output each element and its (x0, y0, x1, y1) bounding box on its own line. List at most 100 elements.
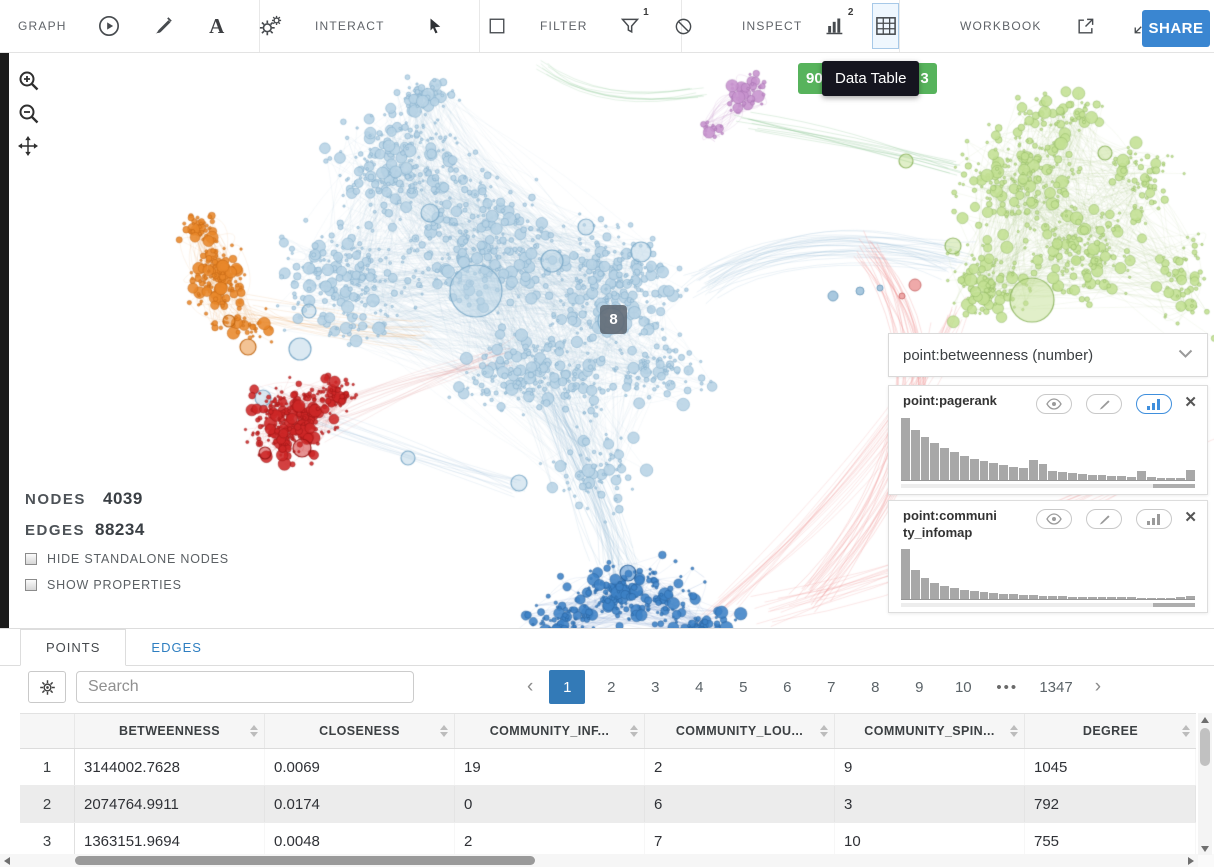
histogram-bar[interactable] (989, 463, 998, 480)
table-row[interactable]: 13144002.76280.006919291045 (20, 749, 1196, 786)
scroll-left-arrow-icon[interactable] (0, 854, 14, 867)
histogram-bar[interactable] (1058, 472, 1067, 480)
histogram-bar[interactable] (1019, 595, 1028, 599)
table-column-header[interactable]: COMMUNITY_LOU... (645, 714, 835, 748)
node-label-badge[interactable]: 8 (600, 305, 627, 334)
histogram-bar[interactable] (1068, 473, 1077, 480)
histogram-bar[interactable] (1048, 596, 1057, 599)
histogram-bar[interactable] (950, 452, 959, 480)
histogram-bar[interactable] (1029, 595, 1038, 599)
histogram-toggle-icon[interactable] (1136, 394, 1172, 414)
histogram-bar[interactable] (901, 549, 910, 599)
sort-toggle-icon[interactable] (1182, 725, 1190, 737)
zoom-out-button[interactable] (18, 103, 40, 125)
histogram-bar[interactable] (999, 594, 1008, 599)
histogram-bar[interactable] (1019, 468, 1028, 480)
histogram-bar[interactable] (1186, 470, 1195, 480)
histogram-bar[interactable] (950, 588, 959, 599)
pagination-page[interactable]: 6 (769, 670, 805, 704)
histogram-bar[interactable] (1107, 476, 1116, 480)
histogram-bar[interactable] (1117, 597, 1126, 599)
histogram-bar[interactable] (970, 459, 979, 480)
histogram-bar[interactable] (921, 578, 930, 599)
histogram-bar[interactable] (1029, 460, 1038, 480)
table-column-header[interactable]: BETWEENNESS (75, 714, 265, 748)
histogram-bar[interactable] (1088, 597, 1097, 599)
histogram-bar[interactable] (940, 448, 949, 480)
histogram-bar[interactable] (1078, 597, 1087, 599)
play-layout-icon[interactable] (97, 14, 121, 38)
histogram-bar[interactable] (980, 461, 989, 480)
hide-standalone-checkbox[interactable] (25, 553, 37, 565)
histogram-bar[interactable] (980, 592, 989, 599)
histogram-bar[interactable] (1157, 478, 1166, 480)
histogram-bar[interactable] (940, 586, 949, 599)
histogram-bar[interactable] (960, 590, 969, 599)
histogram-scroll-thumb[interactable] (1153, 603, 1195, 607)
histogram-bar[interactable] (1176, 597, 1185, 599)
data-table-icon[interactable] (874, 14, 898, 38)
sort-toggle-icon[interactable] (250, 725, 258, 737)
chevron-down-icon[interactable] (1178, 346, 1193, 364)
scroll-up-arrow-icon[interactable] (1198, 713, 1212, 726)
eye-toggle-icon[interactable] (1036, 509, 1072, 529)
pagination-page[interactable]: 8 (857, 670, 893, 704)
table-settings-button[interactable] (28, 671, 66, 703)
pagination-page[interactable]: 2 (593, 670, 629, 704)
histogram-bar[interactable] (989, 593, 998, 599)
layout-settings-gears-icon[interactable] (259, 14, 283, 38)
histogram-scroll-thumb[interactable] (1153, 484, 1195, 488)
histogram-bar[interactable] (1137, 471, 1146, 480)
table-column-header[interactable]: DEGREE (1025, 714, 1196, 748)
brush-toggle-icon[interactable] (1086, 509, 1122, 529)
scroll-down-arrow-icon[interactable] (1198, 842, 1212, 855)
sort-toggle-icon[interactable] (820, 725, 828, 737)
pagination-page[interactable]: 7 (813, 670, 849, 704)
histogram-bar[interactable] (1088, 475, 1097, 480)
histogram-bar[interactable] (1186, 596, 1195, 599)
scroll-right-arrow-icon[interactable] (1184, 854, 1198, 867)
histogram-bar[interactable] (1058, 596, 1067, 599)
brush-icon[interactable] (151, 14, 175, 38)
open-workbook-external-icon[interactable] (1074, 14, 1098, 38)
histogram-bar[interactable] (911, 570, 920, 599)
cursor-icon[interactable] (423, 14, 447, 38)
histogram-bar[interactable] (1098, 475, 1107, 480)
pagination-page[interactable]: 4 (681, 670, 717, 704)
histogram-bar[interactable] (1098, 597, 1107, 599)
histogram-bar[interactable] (1117, 476, 1126, 480)
pagination-page-last[interactable]: 1347 (1033, 670, 1078, 704)
histogram-bar[interactable] (930, 443, 939, 480)
histograms-icon[interactable]: 2 (822, 14, 846, 38)
histogram-bar[interactable] (921, 437, 930, 480)
eye-toggle-icon[interactable] (1036, 394, 1072, 414)
pagination-page[interactable]: 1 (549, 670, 585, 704)
marquee-select-icon[interactable] (485, 14, 509, 38)
center-view-button[interactable] (18, 136, 40, 158)
histogram-bar[interactable] (960, 456, 969, 480)
histogram-bar[interactable] (1166, 478, 1175, 480)
histogram-bar[interactable] (1048, 471, 1057, 480)
histogram-bar[interactable] (930, 583, 939, 599)
tab-edges[interactable]: EDGES (126, 629, 227, 665)
zoom-in-button[interactable] (18, 70, 40, 92)
close-icon[interactable]: ✕ (1184, 395, 1197, 410)
text-label-icon[interactable]: A (205, 14, 229, 38)
share-button[interactable]: SHARE (1142, 10, 1210, 47)
histogram-bar[interactable] (1127, 597, 1136, 599)
histogram-bar[interactable] (1039, 464, 1048, 480)
pagination-next[interactable]: › (1087, 676, 1109, 698)
histogram-bar[interactable] (999, 465, 1008, 480)
histogram-bar[interactable] (1147, 477, 1156, 480)
exclusion-ban-icon[interactable] (672, 14, 696, 38)
sort-toggle-icon[interactable] (1010, 725, 1018, 737)
filter-funnel-icon[interactable]: 1 (618, 14, 642, 38)
table-row[interactable]: 22074764.99110.0174063792 (20, 786, 1196, 823)
histogram-bar[interactable] (1137, 598, 1146, 599)
histogram-bar[interactable] (1009, 594, 1018, 599)
histogram-bar[interactable] (1127, 477, 1136, 480)
histogram-bar[interactable] (1009, 467, 1018, 480)
histogram-bar[interactable] (911, 430, 920, 480)
histogram-bar[interactable] (901, 418, 910, 480)
histogram-bar[interactable] (1157, 598, 1166, 599)
